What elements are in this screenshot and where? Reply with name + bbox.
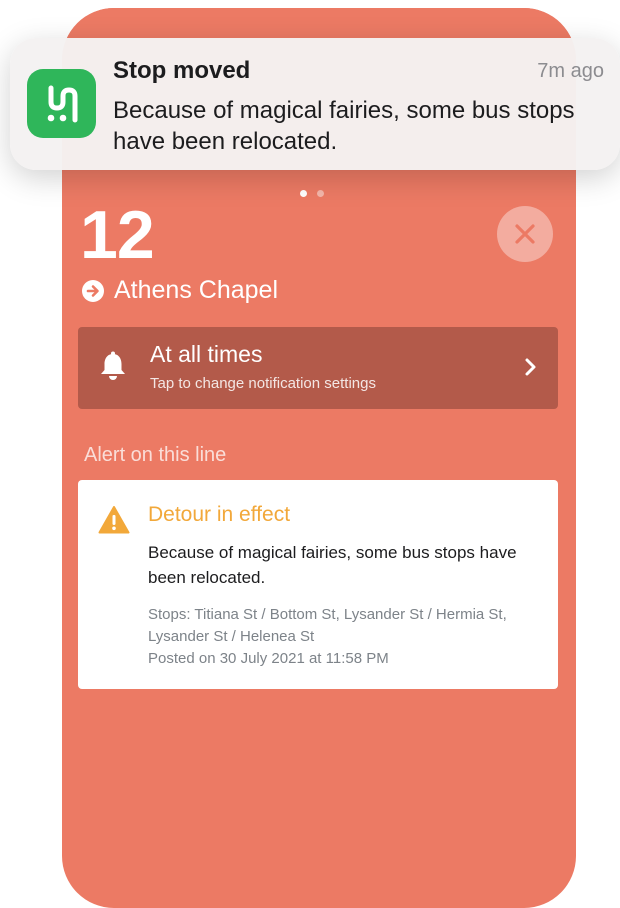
notification-banner[interactable]: Stop moved 7m ago Because of magical fai…: [10, 38, 620, 170]
page-dot[interactable]: [317, 190, 324, 197]
alert-section-heading: Alert on this line: [84, 444, 226, 467]
alert-stops: Stops: Titiana St / Bottom St, Lysander …: [148, 604, 543, 648]
arrow-right-circle-icon: [82, 280, 104, 302]
page-indicator: [300, 190, 324, 197]
close-icon: [514, 223, 536, 245]
route-number: 12: [80, 196, 154, 274]
close-button[interactable]: [497, 206, 553, 262]
warning-icon: [98, 505, 130, 535]
alert-posted: Posted on 30 July 2021 at 11:58 PM: [148, 648, 543, 670]
route-destination: Athens Chapel: [82, 276, 278, 305]
notification-body: Because of magical fairies, some bus sto…: [113, 95, 583, 157]
notification-title: Stop moved: [113, 57, 250, 85]
alert-card[interactable]: Detour in effect Because of magical fair…: [78, 480, 558, 689]
destination-label: Athens Chapel: [114, 276, 278, 305]
bell-icon: [98, 351, 128, 383]
setting-subtitle: Tap to change notification settings: [150, 375, 376, 392]
notification-time: 7m ago: [537, 60, 604, 83]
notification-settings-button[interactable]: At all times Tap to change notification …: [78, 327, 558, 409]
chevron-right-icon: [524, 357, 538, 377]
page-dot-active: [300, 190, 307, 197]
alert-body: Because of magical fairies, some bus sto…: [148, 540, 543, 590]
alert-meta: Stops: Titiana St / Bottom St, Lysander …: [148, 604, 543, 670]
alert-title: Detour in effect: [148, 503, 290, 527]
transit-app-icon: [27, 69, 96, 138]
setting-title: At all times: [150, 341, 262, 368]
